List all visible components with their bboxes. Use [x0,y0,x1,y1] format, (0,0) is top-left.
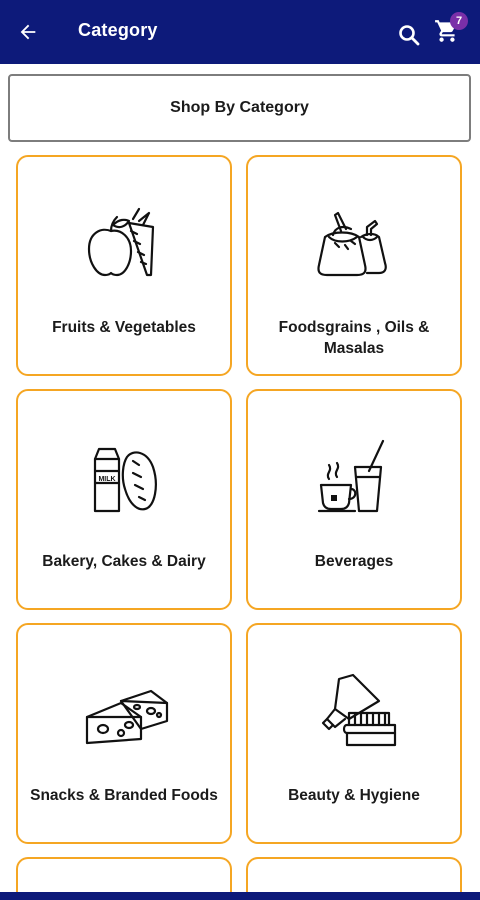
category-card-bakery[interactable]: MILK Bakery, Cakes & Dairy [16,389,232,610]
page-title: Category [78,20,158,40]
category-label: Bakery, Cakes & Dairy [42,553,206,570]
arrow-left-icon [20,24,36,40]
foodgrains-sacks-icon [317,211,387,277]
fruits-vegetables-icon [87,207,155,277]
cart-count-badge: 7 [450,12,468,30]
search-button[interactable] [394,20,424,50]
toothpaste-brush-icon [321,673,397,747]
back-button[interactable] [12,16,44,48]
search-icon [399,25,420,46]
category-card-fruits-vegetables[interactable]: Fruits & Vegetables [16,155,232,376]
cart-button[interactable]: 7 [432,12,468,48]
category-label: Beauty & Hygiene [288,787,420,804]
category-label: Snacks & Branded Foods [30,787,218,804]
category-label: Foodsgrains , Oils & Masalas [278,319,430,357]
app-bar: Category 7 [0,0,480,64]
category-label: Beverages [314,553,394,570]
category-label: Fruits & Vegetables [52,319,196,336]
cup-glass-icon [317,439,385,513]
milk-bread-icon: MILK [93,447,157,513]
cheese-icon [85,689,169,745]
bottom-navigation-strip [0,892,480,900]
category-card-foodgrains[interactable]: Foodsgrains , Oils & Masalas [246,155,462,376]
shop-by-category-button[interactable]: Shop By Category [8,74,471,142]
category-card-beverages[interactable]: Beverages [246,389,462,610]
category-card-snacks[interactable]: Snacks & Branded Foods [16,623,232,844]
svg-text:MILK: MILK [98,476,115,483]
category-card-beauty[interactable]: Beauty & Hygiene [246,623,462,844]
